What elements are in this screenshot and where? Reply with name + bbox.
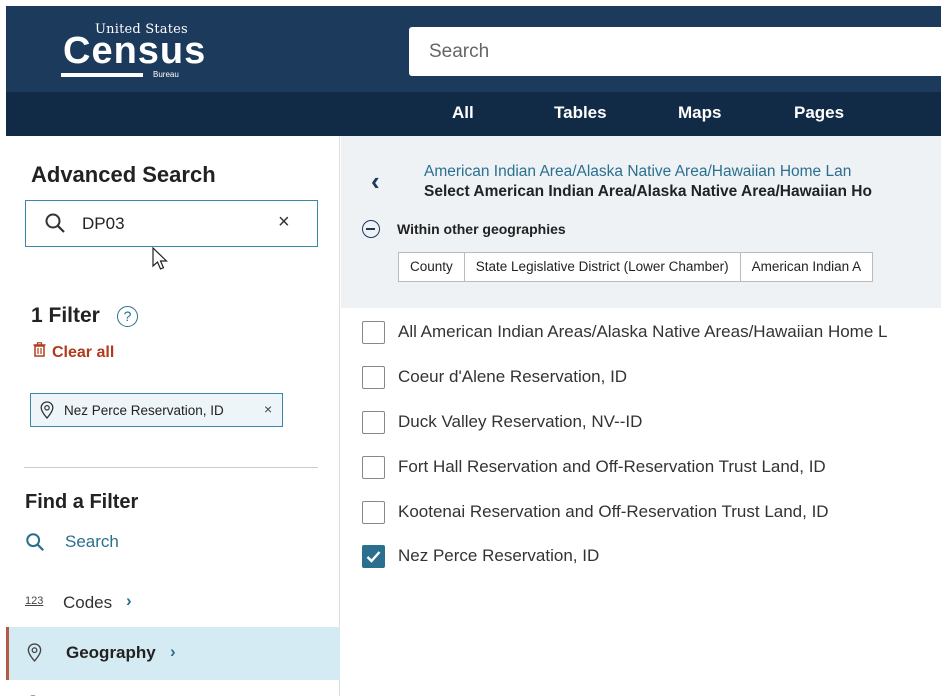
geography-selection-header: ‹ American Indian Area/Alaska Native Are…	[341, 136, 941, 308]
back-chevron-icon[interactable]: ‹	[371, 166, 380, 197]
logo-census: Census	[63, 30, 207, 72]
collapse-icon	[362, 220, 380, 238]
chevron-right-icon: ›	[170, 642, 176, 661]
checkbox[interactable]	[362, 456, 385, 479]
geo-tab-american-indian-area[interactable]: American Indian A	[741, 253, 873, 281]
census-logo[interactable]: United States Census Bureau	[61, 17, 205, 83]
mouse-cursor-icon	[151, 246, 169, 276]
remove-filter-icon[interactable]: ×	[264, 401, 272, 417]
option-label: Coeur d'Alene Reservation, ID	[398, 367, 628, 386]
option-label: All American Indian Areas/Alaska Native …	[398, 322, 888, 341]
filter-chip-label: Nez Perce Reservation, ID	[64, 403, 224, 418]
clear-search-icon[interactable]: ×	[278, 211, 290, 234]
filter-sidebar: Advanced Search × 1 Filter ? Clear all N…	[6, 136, 340, 696]
logo-underline	[61, 73, 143, 77]
logo-bureau: Bureau	[153, 70, 179, 79]
find-filter-title: Find a Filter	[25, 491, 139, 513]
checkbox[interactable]	[362, 321, 385, 344]
sidebar-divider	[24, 467, 318, 468]
location-pin-icon	[27, 643, 42, 667]
codes-icon: 123	[25, 595, 44, 607]
global-search-box	[409, 27, 941, 76]
active-filter-chip[interactable]: Nez Perce Reservation, ID ×	[30, 393, 283, 427]
within-label: Within other geographies	[397, 221, 566, 237]
option-label: Fort Hall Reservation and Off-Reservatio…	[398, 457, 826, 476]
sidebar-item-partial	[25, 688, 145, 696]
geo-tab-county[interactable]: County	[399, 253, 465, 281]
geography-options-list: All American Indian Areas/Alaska Native …	[341, 308, 941, 696]
advanced-search-box: ×	[25, 200, 318, 247]
geography-tabs: County State Legislative District (Lower…	[398, 252, 874, 282]
site-header: United States Census Bureau	[6, 6, 941, 92]
checkbox[interactable]	[362, 501, 385, 524]
sidebar-item-label: Codes	[63, 593, 113, 612]
location-pin-icon	[40, 401, 54, 422]
tab-pages[interactable]: Pages	[794, 92, 844, 136]
option-label: Nez Perce Reservation, ID	[398, 546, 600, 565]
chevron-right-icon: ›	[126, 591, 132, 610]
search-icon	[25, 532, 45, 557]
help-icon[interactable]: ?	[117, 306, 138, 327]
clear-all-button[interactable]: Clear all	[33, 342, 114, 362]
result-type-nav: All Tables Maps Pages	[6, 92, 941, 136]
geo-tab-state-legislative-district[interactable]: State Legislative District (Lower Chambe…	[465, 253, 741, 281]
breadcrumb-current: Select American Indian Area/Alaska Nativ…	[424, 183, 872, 200]
option-label: Duck Valley Reservation, NV--ID	[398, 412, 643, 431]
checkbox-checked[interactable]	[362, 545, 385, 568]
tab-tables[interactable]: Tables	[554, 92, 607, 136]
sidebar-item-geography[interactable]: Geography ›	[6, 627, 340, 680]
checkbox[interactable]	[362, 411, 385, 434]
tab-all[interactable]: All	[452, 92, 474, 136]
option-label: Kootenai Reservation and Off-Reservation…	[398, 502, 829, 521]
sidebar-item-label: Search	[65, 532, 119, 551]
breadcrumb-link[interactable]: American Indian Area/Alaska Native Area/…	[424, 163, 851, 181]
trash-icon	[33, 342, 46, 362]
sidebar-item-label: Geography	[66, 643, 156, 662]
advanced-search-input[interactable]	[80, 207, 280, 241]
advanced-search-title: Advanced Search	[31, 162, 216, 187]
clear-all-label: Clear all	[52, 344, 115, 361]
checkbox[interactable]	[362, 366, 385, 389]
global-search-input[interactable]	[409, 27, 941, 76]
tab-maps[interactable]: Maps	[678, 92, 721, 136]
checkmark-icon	[366, 551, 381, 563]
search-icon	[44, 212, 66, 239]
filter-count-title: 1 Filter	[31, 304, 100, 327]
